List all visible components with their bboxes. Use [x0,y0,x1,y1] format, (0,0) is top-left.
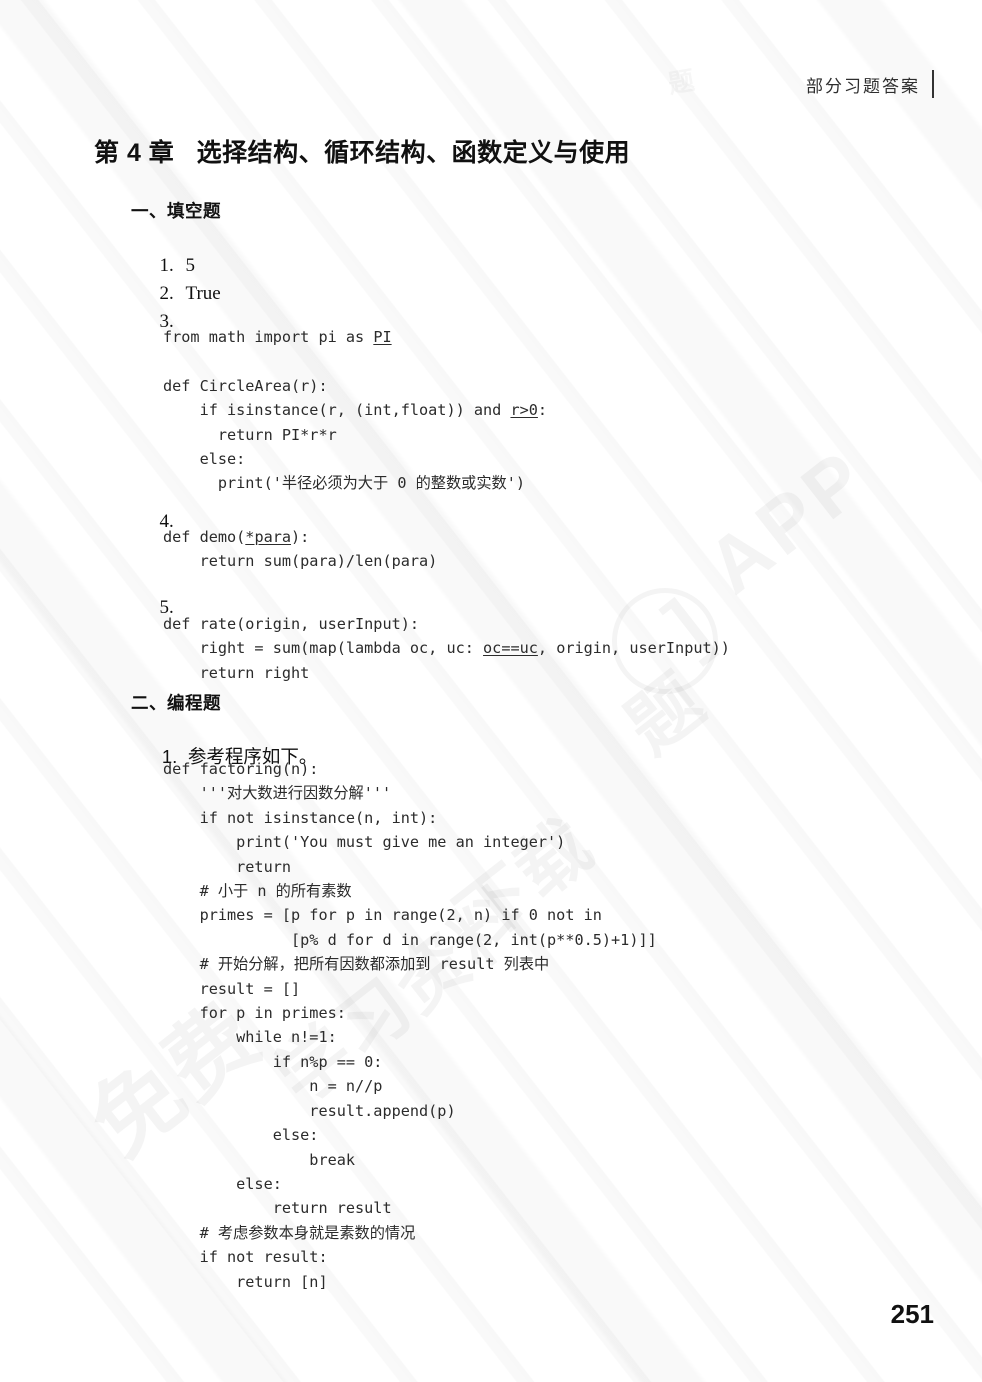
watermark-header-mark: 题 [665,60,697,101]
section-heading-fill-in-blanks: 一、填空题 [131,201,221,221]
running-head: 部分习题答案 [806,70,934,98]
running-head-text: 部分习题答案 [806,76,920,96]
code-block-blank-5: def rate(origin, userInput): right = sum… [163,615,730,682]
page-number: 251 [890,1299,934,1329]
code-block-program-1: def factoring(n): '''对大数进行因数分解''' if not… [163,760,657,1291]
running-head-rule [932,70,934,98]
list-item-text: True [185,283,221,304]
document-page: 免费 学习资料 题 下载 APP ] 题 部分习题答案 第 4 章 选择结构、循… [0,0,982,1382]
section-heading-programming: 二、编程题 [131,693,221,713]
code-block-blank-3: from math import pi as PI def CircleArea… [163,328,548,493]
page-title: 第 4 章 选择结构、循环结构、函数定义与使用 [94,139,631,167]
watermark-text-app: APP [690,430,887,612]
code-block-blank-4: def demo(*para): return sum(para)/len(pa… [163,528,438,571]
